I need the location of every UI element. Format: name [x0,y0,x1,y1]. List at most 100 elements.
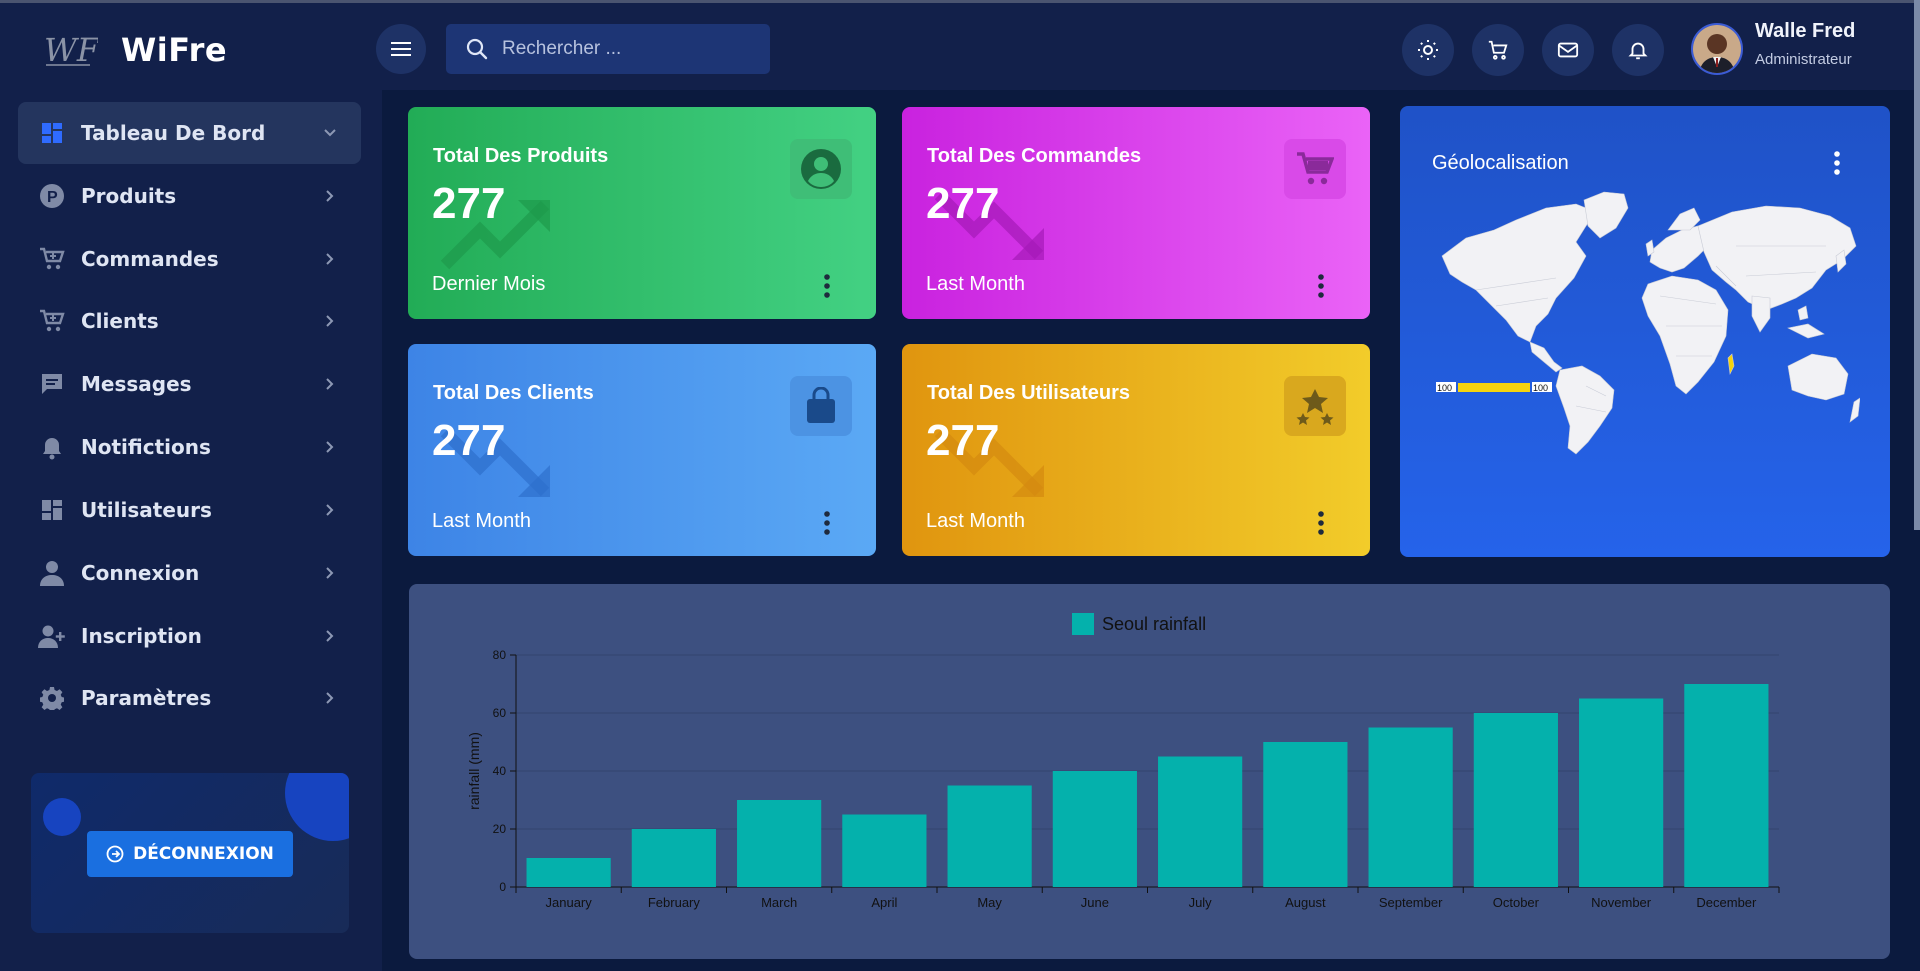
x-tick-label: December [1696,895,1757,910]
more-options-icon[interactable] [822,273,832,299]
sidebar-item-label: Paramètres [81,686,212,710]
sidebar-item-label: Connexion [81,561,200,585]
bar [1158,756,1243,887]
search-box [446,24,770,74]
cart-button[interactable] [1472,24,1524,76]
x-tick-label: February [648,895,701,910]
dashboard-icon [38,119,66,147]
cart-icon [1284,139,1346,199]
y-tick-label: 60 [493,706,507,720]
hamburger-icon [391,42,411,56]
user-add-icon [38,622,66,650]
svg-text:100: 100 [1437,383,1452,393]
card-footer: Last Month [926,273,1025,295]
bar [947,785,1032,887]
x-tick-label: March [761,895,797,910]
sidebar-item-utilisateurs[interactable]: Utilisateurs [18,479,361,541]
sidebar-item-commandes[interactable]: Commandes [18,228,361,290]
x-tick-label: July [1189,895,1213,910]
more-options-icon[interactable] [1316,510,1326,536]
bar [1579,698,1664,887]
y-tick-label: 20 [493,822,507,836]
bar-chart: Seoul rainfall 0 20 40 60 80 rainfall (mm) Janu… [466,613,1780,910]
sun-icon [1418,40,1438,60]
notifications-button[interactable] [1612,24,1664,76]
sidebar-item-produits[interactable]: P Produits [18,165,361,227]
menu-toggle-button[interactable] [376,24,426,74]
card-value: 277 [926,416,1000,465]
x-tick-label: October [1493,895,1540,910]
more-options-icon[interactable] [1316,273,1326,299]
card-title: Total Des Utilisateurs [927,382,1131,404]
logout-button[interactable]: DÉCONNEXION [87,831,293,877]
card-title: Total Des Produits [433,145,609,167]
avatar[interactable] [1691,23,1743,75]
x-tick-label: August [1285,895,1326,910]
more-options-icon[interactable] [1832,150,1842,176]
search-input[interactable] [502,38,752,60]
bell-icon [38,433,66,461]
top-header: WF WiFre Walle Fred Administrateur [0,0,1920,90]
bar [1052,771,1137,887]
sidebar-item-clients[interactable]: Clients [18,290,361,352]
map-scale: 100 100 [1436,382,1552,393]
theme-toggle-button[interactable] [1402,24,1454,76]
bar [737,800,822,887]
geolocation-card: Géolocalisation 100 100 [1400,106,1890,557]
chevron-right-icon [326,504,334,516]
card-value: 277 [432,179,506,228]
x-tick-label: May [977,895,1002,910]
sidebar-item-notifictions[interactable]: Notifictions [18,416,361,478]
sidebar-item-connexion[interactable]: Connexion [18,542,361,604]
scrollbar[interactable] [1914,0,1920,530]
cart-icon [38,307,66,335]
brand-logo: WF [44,31,98,69]
x-tick-label: January [546,895,593,910]
search-icon [466,38,488,60]
mail-button[interactable] [1542,24,1594,76]
y-tick-label: 0 [499,880,506,894]
card-footer: Last Month [926,510,1025,532]
sidebar-item-tableau-de-bord[interactable]: Tableau De Bord [18,102,361,164]
brand-name: WiFre [121,31,228,69]
y-tick-label: 40 [493,764,507,778]
world-map[interactable]: 100 100 [1436,186,1860,456]
logout-icon [106,845,124,863]
bar [1473,713,1558,887]
sidebar-item-label: Inscription [81,624,202,648]
y-axis-label: rainfall (mm) [466,732,482,810]
bar [1368,727,1453,887]
sidebar-item-label: Clients [81,309,159,333]
card-footer: Dernier Mois [432,273,546,295]
sidebar-item-label: Commandes [81,247,219,271]
x-tick-label: April [871,895,897,910]
mail-icon [1557,42,1579,58]
sidebar-item-label: Utilisateurs [81,498,212,522]
chevron-right-icon [326,253,334,265]
card-value: 277 [432,416,506,465]
svg-text:WF: WF [44,31,98,69]
sidebar-item-inscription[interactable]: Inscription [18,605,361,667]
logout-label: DÉCONNEXION [133,844,274,864]
sidebar-item-messages[interactable]: Messages [18,353,361,415]
more-options-icon[interactable] [822,510,832,536]
stat-card-produits: Total Des Produits 277 Dernier Mois [408,107,876,319]
card-title: Total Des Clients [433,382,594,404]
user-icon [38,559,66,587]
avatar-image [1693,25,1741,73]
sidebar-item-label: Notifictions [81,435,211,459]
decorative-circle [285,773,349,841]
chevron-right-icon [326,441,334,453]
bar [526,858,611,887]
y-tick-label: 80 [493,648,507,662]
gear-icon [38,684,66,712]
x-tick-label: November [1591,895,1652,910]
sidebar: Tableau De Bord P Produits Commandes Cli… [0,90,382,971]
bar [1684,684,1769,887]
dashboard-icon [38,496,66,524]
card-value: 277 [926,179,1000,228]
sidebar-item-parametres[interactable]: Paramètres [18,667,361,729]
message-icon [38,370,66,398]
chevron-right-icon [326,378,334,390]
legend-label: Seoul rainfall [1102,614,1206,634]
